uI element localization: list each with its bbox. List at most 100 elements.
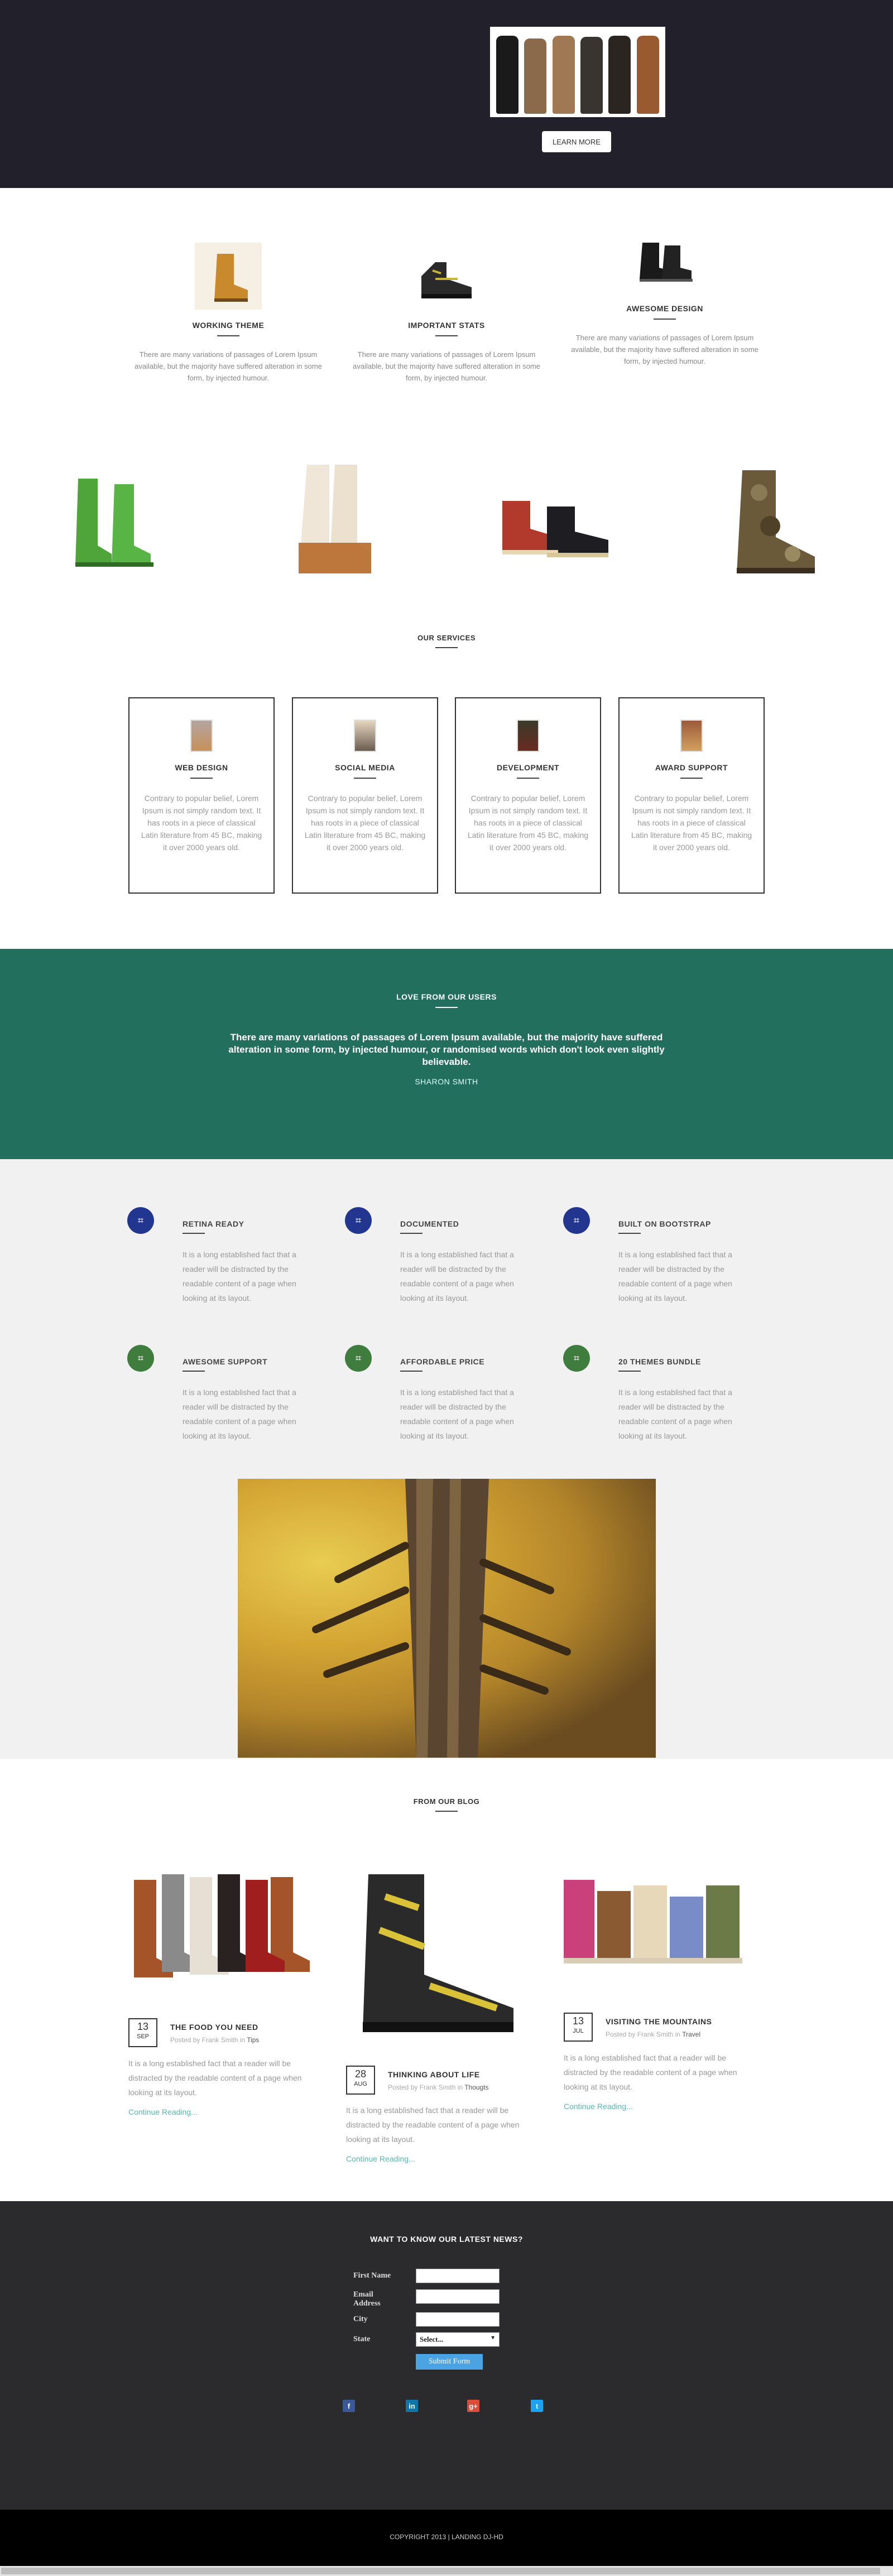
divider bbox=[183, 1233, 205, 1234]
post-excerpt: It is a long established fact that a rea… bbox=[128, 2059, 302, 2097]
feature-title: AWESOME DESIGN bbox=[626, 304, 703, 313]
post-category[interactable]: Travel bbox=[682, 2030, 700, 2038]
post-day: 28 bbox=[354, 2068, 367, 2080]
black-boots-image bbox=[631, 226, 698, 293]
service-text: Contrary to popular belief, Lorem Ipsum … bbox=[631, 794, 752, 852]
hiking-shoe-image bbox=[413, 243, 480, 310]
testimonial-author: SHARON SMITH bbox=[415, 1077, 478, 1086]
price-icon: ⌗ bbox=[345, 1345, 372, 1372]
divider bbox=[435, 1007, 458, 1008]
first-name-field[interactable] bbox=[416, 2269, 500, 2283]
divider bbox=[190, 778, 213, 779]
grid-title: BUILT ON BOOTSTRAP bbox=[618, 1219, 711, 1228]
post-month: SEP bbox=[136, 2033, 149, 2040]
blog-post-3: 13 JUL VISITING THE MOUNTAINS Posted by F… bbox=[564, 1863, 759, 2111]
grid-title: RETINA READY bbox=[183, 1219, 244, 1228]
post-title[interactable]: THINKING ABOUT LIFE bbox=[388, 2070, 480, 2079]
continue-reading-link[interactable]: Continue Reading... bbox=[564, 2102, 633, 2111]
post-category[interactable]: Thougts bbox=[464, 2083, 488, 2091]
testimonial-quote: There are many variations of passages of… bbox=[228, 1032, 665, 1067]
continue-reading-link[interactable]: Continue Reading... bbox=[128, 2107, 198, 2116]
post-meta: Posted by Frank Smith in Tips bbox=[170, 2036, 259, 2044]
divider bbox=[400, 1233, 423, 1234]
grid-text: It is a long established fact that a rea… bbox=[618, 1250, 732, 1303]
service-card-development: DEVELOPMENT Contrary to popular belief, … bbox=[455, 697, 601, 894]
post-date: 13 SEP bbox=[128, 2018, 157, 2047]
blog-post-2: 28 AUG THINKING ABOUT LIFE Posted by Fran… bbox=[346, 1863, 541, 2163]
post-day: 13 bbox=[572, 2015, 584, 2027]
divider bbox=[400, 1371, 423, 1372]
service-title: SOCIAL MEDIA bbox=[335, 763, 395, 772]
post-meta: Posted by Frank Smith in Travel bbox=[606, 2030, 700, 2038]
post-date: 13 JUL bbox=[564, 2013, 593, 2042]
copyright-text: COPYRIGHT 2013 | LANDING DJ-HD bbox=[390, 2533, 503, 2541]
tree-bark-image bbox=[238, 1479, 656, 1758]
continue-reading-link[interactable]: Continue Reading... bbox=[346, 2154, 415, 2163]
scrollbar-thumb[interactable] bbox=[1, 2568, 880, 2574]
social-media-image bbox=[354, 720, 376, 752]
linkedin-icon[interactable]: in bbox=[406, 2400, 418, 2412]
service-card-social-media: SOCIAL MEDIA Contrary to popular belief,… bbox=[292, 697, 438, 894]
first-name-label: First Name bbox=[353, 2271, 391, 2280]
feature-important-stats: IMPORTANT STATS There are many variation… bbox=[352, 243, 541, 384]
post-meta: Posted by Frank Smith in Thougts bbox=[388, 2083, 489, 2091]
post-author: Posted by Frank Smith in bbox=[606, 2030, 681, 2038]
blog-post-1: 13 SEP THE FOOD YOU NEED Posted by Frank … bbox=[128, 1863, 324, 2116]
grid-text: It is a long established fact that a rea… bbox=[400, 1388, 514, 1440]
divider bbox=[435, 335, 458, 336]
state-select[interactable]: Select... ▼ bbox=[416, 2332, 500, 2347]
twitter-icon[interactable]: t bbox=[531, 2400, 543, 2412]
google-plus-icon[interactable]: g+ bbox=[467, 2400, 479, 2412]
post-title[interactable]: THE FOOD YOU NEED bbox=[170, 2023, 258, 2032]
development-image bbox=[517, 720, 539, 752]
testimonial-title: LOVE FROM OUR USERS bbox=[396, 992, 497, 1001]
divider bbox=[217, 335, 239, 336]
grid-text: It is a long established fact that a rea… bbox=[183, 1388, 296, 1440]
post-month: AUG bbox=[354, 2081, 367, 2087]
learn-more-button[interactable]: LEARN MORE bbox=[542, 131, 611, 152]
green-rain-boots-image bbox=[56, 456, 167, 590]
divider bbox=[517, 778, 539, 779]
feature-title: IMPORTANT STATS bbox=[408, 321, 485, 330]
camo-boot-image bbox=[720, 456, 832, 590]
state-select-value: Select... bbox=[420, 2335, 444, 2343]
post-title[interactable]: VISITING THE MOUNTAINS bbox=[606, 2017, 712, 2026]
hiking-boots-image bbox=[346, 1863, 541, 2042]
cowboy-boots-row-image bbox=[128, 1863, 324, 1991]
grid-title: 20 THEMES BUNDLE bbox=[618, 1357, 702, 1366]
ugg-boots-image bbox=[564, 1863, 759, 1991]
service-text: Contrary to popular belief, Lorem Ipsum … bbox=[467, 794, 589, 852]
service-card-award-support: AWARD SUPPORT Contrary to popular belief… bbox=[618, 697, 765, 894]
feature-text: There are many variations of passages of… bbox=[353, 350, 540, 382]
state-label: State bbox=[353, 2335, 371, 2343]
feature-title: WORKING THEME bbox=[192, 321, 265, 330]
grid-title: AFFORDABLE PRICE bbox=[400, 1357, 485, 1366]
email-label: Email Address bbox=[353, 2290, 381, 2308]
service-text: Contrary to popular belief, Lorem Ipsum … bbox=[141, 794, 262, 852]
award-support-image bbox=[680, 720, 703, 752]
newsletter-title: WANT TO KNOW OUR LATEST NEWS? bbox=[370, 2235, 523, 2244]
service-card-web-design: WEB DESIGN Contrary to popular belief, L… bbox=[128, 697, 275, 894]
divider bbox=[183, 1371, 205, 1372]
feature-text: There are many variations of passages of… bbox=[135, 350, 322, 382]
blog-section-title: FROM OUR BLOG bbox=[413, 1797, 480, 1806]
hero-boots-image bbox=[490, 27, 665, 117]
service-title: WEB DESIGN bbox=[175, 763, 228, 772]
grid-text: It is a long established fact that a rea… bbox=[618, 1388, 732, 1440]
service-text: Contrary to popular belief, Lorem Ipsum … bbox=[304, 794, 426, 852]
submit-form-button[interactable]: Submit Form bbox=[416, 2354, 483, 2370]
facebook-icon[interactable]: f bbox=[343, 2400, 355, 2412]
post-category[interactable]: Tips bbox=[247, 2036, 259, 2044]
support-icon: ⌗ bbox=[127, 1345, 154, 1372]
bootstrap-icon: ⌗ bbox=[563, 1207, 590, 1234]
testimonial-section: LOVE FROM OUR USERS There are many varia… bbox=[0, 949, 893, 1159]
document-icon: ⌗ bbox=[345, 1207, 372, 1234]
divider bbox=[354, 778, 376, 779]
hero-section: LEARN MORE bbox=[0, 0, 893, 188]
grid-title: AWESOME SUPPORT bbox=[183, 1357, 268, 1366]
city-field[interactable] bbox=[416, 2312, 500, 2327]
service-title: DEVELOPMENT bbox=[496, 763, 560, 772]
divider bbox=[680, 778, 703, 779]
email-field[interactable] bbox=[416, 2289, 500, 2304]
feature-working-theme: WORKING THEME There are many variations … bbox=[133, 243, 323, 384]
